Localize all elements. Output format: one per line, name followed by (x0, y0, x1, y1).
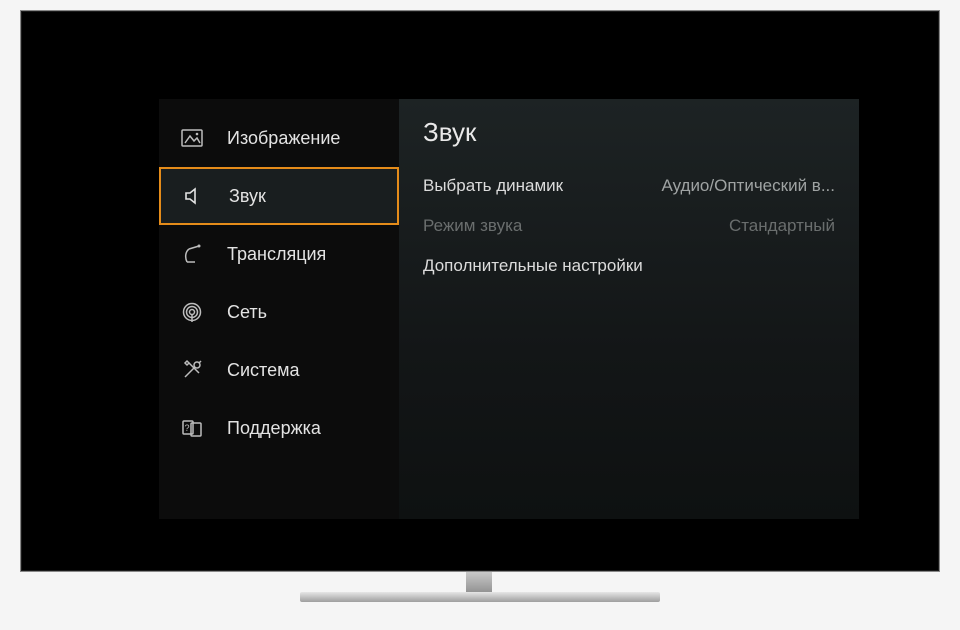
row-select-speaker[interactable]: Выбрать динамик Аудио/Оптический в... (399, 166, 859, 206)
sidebar-item-label: Поддержка (227, 418, 321, 439)
broadcast-icon (181, 244, 209, 264)
sidebar-item-support[interactable]: ? Поддержка (159, 399, 399, 457)
sidebar-item-broadcast[interactable]: Трансляция (159, 225, 399, 283)
network-icon (181, 301, 209, 323)
sidebar-item-network[interactable]: Сеть (159, 283, 399, 341)
sound-icon (183, 187, 211, 205)
tv-screen: Изображение Звук (29, 19, 931, 563)
row-sound-mode: Режим звука Стандартный (399, 206, 859, 246)
page-title: Звук (399, 117, 859, 166)
sidebar-item-label: Трансляция (227, 244, 326, 265)
row-label: Режим звука (423, 216, 522, 236)
row-expert-settings[interactable]: Дополнительные настройки (399, 246, 859, 286)
settings-main: Звук Выбрать динамик Аудио/Оптический в.… (399, 99, 859, 519)
row-value: Аудио/Оптический в... (661, 176, 835, 196)
row-label: Выбрать динамик (423, 176, 563, 196)
tv-stand-neck (466, 572, 492, 594)
sidebar-item-label: Изображение (227, 128, 340, 149)
sidebar-item-label: Система (227, 360, 300, 381)
sidebar-item-label: Сеть (227, 302, 267, 323)
row-label: Дополнительные настройки (423, 256, 643, 276)
sidebar-item-system[interactable]: Система (159, 341, 399, 399)
sidebar-item-picture[interactable]: Изображение (159, 109, 399, 167)
sidebar-item-sound[interactable]: Звук (159, 167, 399, 225)
system-icon (181, 359, 209, 381)
svg-text:?: ? (184, 423, 189, 433)
settings-panel: Изображение Звук (159, 99, 859, 519)
tv-stand-base (300, 592, 660, 602)
picture-icon (181, 129, 209, 147)
sidebar-item-label: Звук (229, 186, 266, 207)
settings-sidebar: Изображение Звук (159, 99, 399, 519)
support-icon: ? (181, 418, 209, 438)
row-value: Стандартный (729, 216, 835, 236)
tv-frame: Изображение Звук (20, 10, 940, 572)
